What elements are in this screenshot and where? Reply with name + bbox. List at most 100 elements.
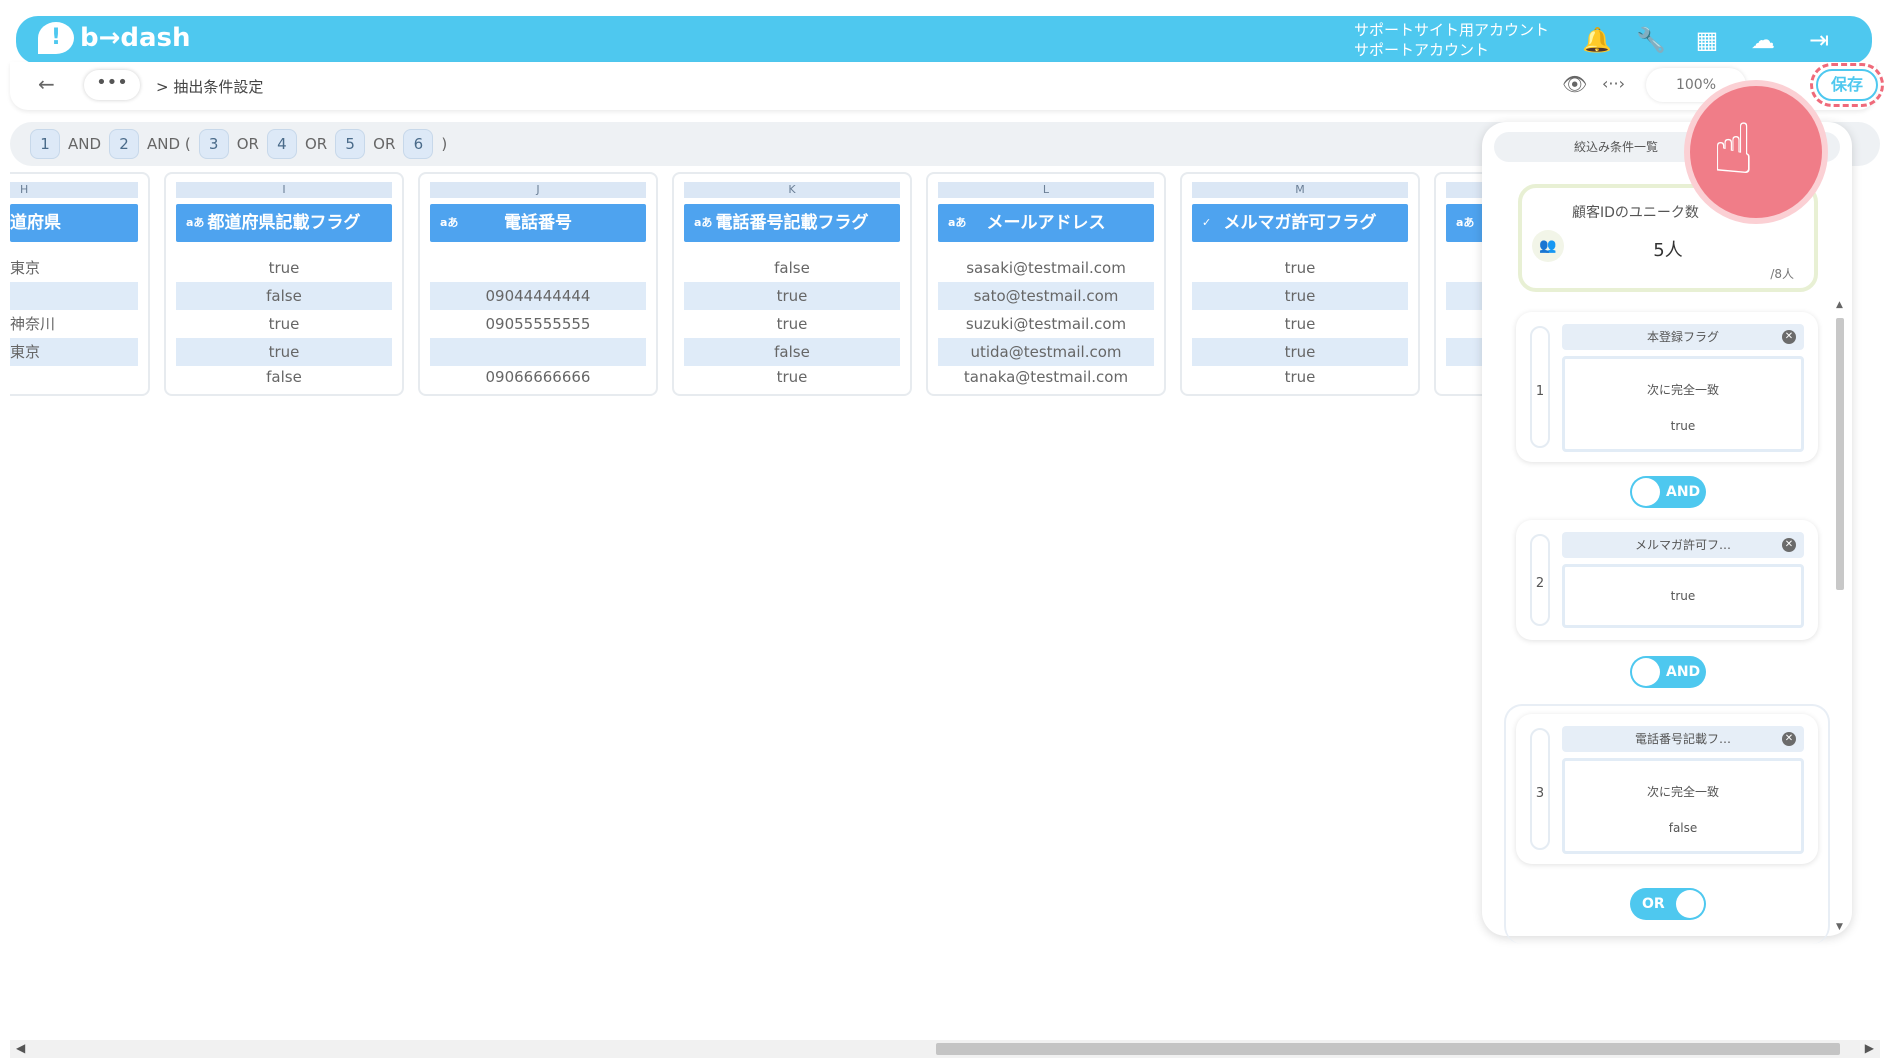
table-cell[interactable]: 東京 <box>10 338 138 366</box>
table-cell[interactable]: true <box>684 282 900 310</box>
column-type-icon: ✓ <box>1202 216 1212 229</box>
table-cell[interactable]: utida@testmail.com <box>938 338 1154 366</box>
condition-operator: 次に完全一致 <box>1646 383 1719 397</box>
column-header[interactable]: aあ 電話番号 <box>430 204 646 242</box>
condition-number: 2 <box>1530 534 1550 626</box>
condition-chip[interactable]: 1 <box>30 129 60 159</box>
remove-condition-icon[interactable]: ✕ <box>1782 330 1796 344</box>
table-cell[interactable]: true <box>176 338 392 366</box>
table-cell[interactable] <box>430 338 646 366</box>
table-cell[interactable]: 東京 <box>10 254 138 282</box>
logic-toggle-1[interactable]: AND <box>1630 476 1706 508</box>
condition-number: 3 <box>1530 728 1550 850</box>
condition-value: false <box>1668 821 1698 835</box>
column-type-icon: aあ <box>440 216 459 229</box>
column-header[interactable]: 道府県 <box>10 204 138 242</box>
condition-value-box[interactable]: 次に完全一致 true <box>1562 356 1804 452</box>
table-cell[interactable]: true <box>684 363 900 391</box>
logic-toggle-2[interactable]: AND <box>1630 656 1706 688</box>
column-header[interactable]: ✓ メルマガ許可フラグ <box>1192 204 1408 242</box>
table-cell[interactable]: tanaka@testmail.com <box>938 363 1154 391</box>
breadcrumb-bar: ← ••• > 抽出条件設定 👁 ‹··› 100% 保存 <box>10 62 1884 110</box>
column-letter[interactable]: L <box>938 182 1154 198</box>
scroll-right-icon[interactable]: ▶ <box>1865 1041 1874 1055</box>
unique-count-total: /8人 <box>1770 267 1794 281</box>
table-cell[interactable]: true <box>1192 254 1408 282</box>
table-cell[interactable] <box>10 363 138 391</box>
bdash-logo[interactable]: ! b→dash <box>38 22 191 54</box>
column-type-icon: aあ <box>948 216 967 229</box>
column-letter[interactable]: H <box>10 182 138 198</box>
table-cell[interactable]: true <box>1192 310 1408 338</box>
table-cell[interactable] <box>430 254 646 282</box>
condition-value-box[interactable]: true <box>1562 564 1804 628</box>
column-letter[interactable]: K <box>684 182 900 198</box>
condition-chip[interactable]: 5 <box>335 129 366 159</box>
account-info[interactable]: サポートサイト用アカウント サポートアカウント <box>1354 20 1549 60</box>
toggle-label: OR <box>1642 896 1665 912</box>
table-cell[interactable]: 09044444444 <box>430 282 646 310</box>
scroll-down-icon[interactable]: ▼ <box>1836 922 1843 932</box>
table-cell[interactable]: true <box>684 310 900 338</box>
table-column: Kaあ 電話番号記載フラグ false true true false true <box>672 172 912 396</box>
table-cell[interactable]: sato@testmail.com <box>938 282 1154 310</box>
column-header[interactable]: aあ 電話番号記載フラグ <box>684 204 900 242</box>
remove-condition-icon[interactable]: ✕ <box>1782 732 1796 746</box>
condition-number: 1 <box>1530 326 1550 448</box>
condition-chip[interactable]: 4 <box>266 129 297 159</box>
condition-card-1[interactable]: 1 本登録フラグ ✕ 次に完全一致 true <box>1516 312 1818 462</box>
column-header[interactable]: aあ 都道府県記載フラグ <box>176 204 392 242</box>
chat-icon[interactable]: ☁ <box>1748 26 1778 54</box>
condition-card-2[interactable]: 2 メルマガ許可フ… ✕ true <box>1516 520 1818 640</box>
table-cell[interactable]: 09055555555 <box>430 310 646 338</box>
bell-icon[interactable]: 🔔 <box>1582 26 1612 54</box>
scroll-left-icon[interactable]: ◀ <box>16 1041 25 1055</box>
condition-panel: 絞込み条件一覧 👥 顧客IDのユニーク数 5人 /8人 1 本登録フラグ ✕ 次に… <box>1482 122 1852 944</box>
column-header-label: 道府県 <box>10 213 61 233</box>
logout-icon[interactable]: ⇥ <box>1804 26 1834 54</box>
table-cell[interactable]: false <box>684 254 900 282</box>
table-cell[interactable]: true <box>1192 282 1408 310</box>
save-button[interactable]: 保存 <box>1810 63 1884 107</box>
condition-chip[interactable]: 3 <box>198 129 229 159</box>
condition-field[interactable]: メルマガ許可フ… ✕ <box>1562 532 1804 558</box>
wrench-icon[interactable]: 🔧 <box>1636 26 1666 54</box>
table-cell[interactable]: true <box>1192 338 1408 366</box>
horizontal-scrollbar[interactable]: ◀ ▶ <box>10 1040 1880 1058</box>
eye-icon[interactable]: 👁 <box>1562 72 1587 96</box>
table-cell[interactable]: true <box>176 310 392 338</box>
table-column: Iaあ 都道府県記載フラグ true false true true false <box>164 172 404 396</box>
table-cell[interactable]: false <box>176 363 392 391</box>
condition-chip[interactable]: 2 <box>109 129 140 159</box>
condition-value-box[interactable]: 次に完全一致 false <box>1562 758 1804 854</box>
condition-field[interactable]: 電話番号記載フ… ✕ <box>1562 726 1804 752</box>
back-arrow-icon[interactable]: ← <box>38 72 55 96</box>
table-cell[interactable]: true <box>1192 363 1408 391</box>
panel-scroll-thumb[interactable] <box>1836 318 1844 590</box>
logic-toggle-3[interactable]: OR <box>1630 888 1706 920</box>
column-letter[interactable]: M <box>1192 182 1408 198</box>
table-cell[interactable]: false <box>684 338 900 366</box>
table-cell[interactable]: suzuki@testmail.com <box>938 310 1154 338</box>
table-cell[interactable]: sasaki@testmail.com <box>938 254 1154 282</box>
scroll-up-icon[interactable]: ▲ <box>1836 300 1843 310</box>
breadcrumb-more-button[interactable]: ••• <box>84 70 140 100</box>
condition-card-3[interactable]: 3 電話番号記載フ… ✕ 次に完全一致 false <box>1516 714 1818 864</box>
table-cell[interactable]: true <box>176 254 392 282</box>
column-letter[interactable]: I <box>176 182 392 198</box>
condition-chip[interactable]: 6 <box>403 129 434 159</box>
horizontal-scroll-thumb[interactable] <box>936 1043 1840 1055</box>
table-cell[interactable] <box>10 282 138 310</box>
grid-icon[interactable]: ▦ <box>1692 26 1722 54</box>
table-cell[interactable]: 09066666666 <box>430 363 646 391</box>
table-cell[interactable]: 神奈川 <box>10 310 138 338</box>
column-type-icon: aあ <box>1456 216 1475 229</box>
column-letter[interactable]: J <box>430 182 646 198</box>
condition-operator: 次に完全一致 <box>1646 785 1719 799</box>
logic-operator: ) <box>441 135 448 153</box>
condition-field[interactable]: 本登録フラグ ✕ <box>1562 324 1804 350</box>
remove-condition-icon[interactable]: ✕ <box>1782 538 1796 552</box>
table-cell[interactable]: false <box>176 282 392 310</box>
code-icon[interactable]: ‹··› <box>1602 74 1625 93</box>
column-header[interactable]: aあ メールアドレス <box>938 204 1154 242</box>
